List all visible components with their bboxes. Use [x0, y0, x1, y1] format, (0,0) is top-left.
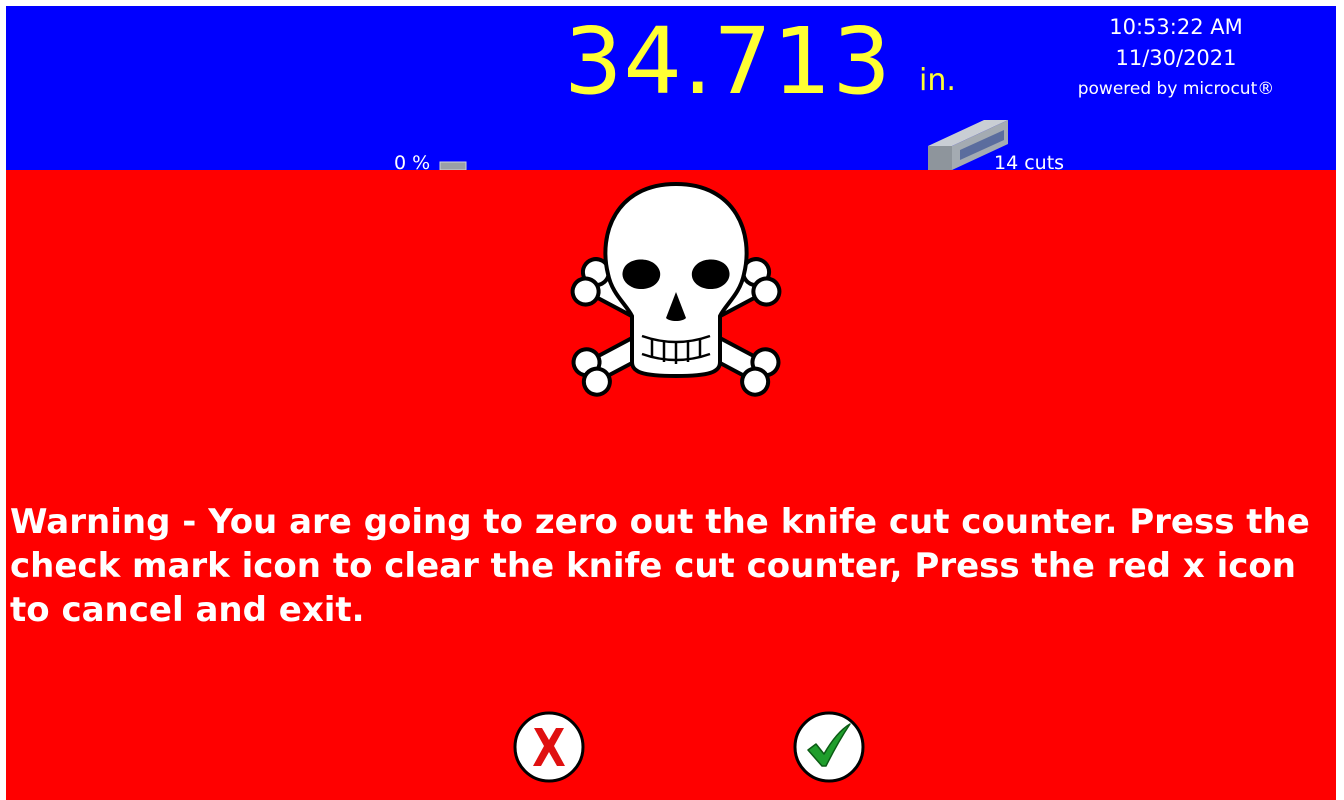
clock-date: 11/30/2021	[1115, 46, 1237, 70]
clock-time: 10:53:22 AM	[1109, 15, 1243, 39]
warning-message: Warning - You are going to zero out the …	[10, 502, 1310, 630]
powered-by-label: powered by microcut®	[1077, 79, 1275, 99]
position-unit: in.	[919, 63, 956, 98]
skull-crossbones-icon	[570, 182, 782, 397]
cancel-button[interactable]	[512, 710, 586, 784]
progress-percent: 0 %	[394, 152, 431, 170]
confirm-button[interactable]	[792, 710, 866, 784]
app-screen: 34.713 in. 10:53:22 AM 11/30/2021 powere…	[6, 6, 1336, 800]
position-readout: 34.713	[564, 8, 892, 115]
cut-count: 14 cuts	[994, 152, 1065, 170]
warning-panel: Warning - You are going to zero out the …	[6, 170, 1336, 800]
header-bar: 34.713 in. 10:53:22 AM 11/30/2021 powere…	[6, 6, 1336, 170]
clock-panel: 10:53:22 AM 11/30/2021 powered by microc…	[1046, 12, 1306, 102]
progress-bar-icon	[439, 161, 467, 170]
red-x-icon	[513, 711, 585, 783]
green-check-icon	[793, 711, 865, 783]
